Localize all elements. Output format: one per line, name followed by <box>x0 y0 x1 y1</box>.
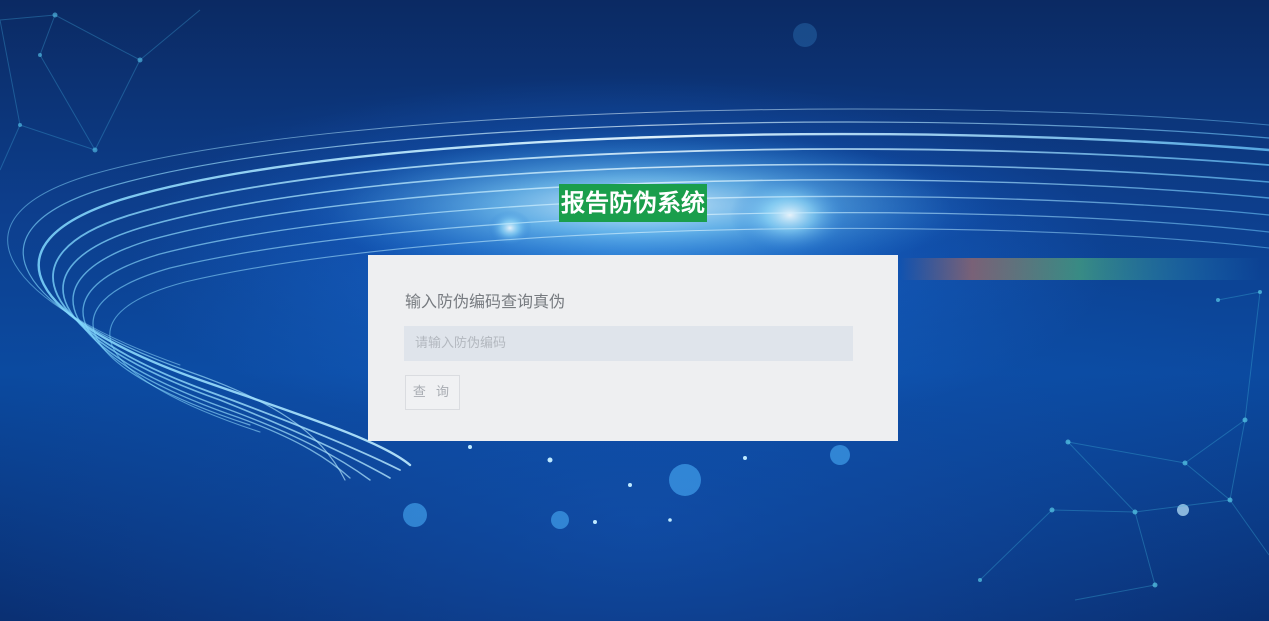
query-panel: 输入防伪编码查询真伪 查 询 <box>368 255 898 441</box>
title-wrap: 报告防伪系统 <box>0 184 1269 222</box>
page-background: 报告防伪系统 输入防伪编码查询真伪 查 询 <box>0 0 1269 621</box>
panel-heading: 输入防伪编码查询真伪 <box>405 292 566 311</box>
query-button[interactable]: 查 询 <box>405 375 460 410</box>
anti-counterfeit-code-input[interactable] <box>404 326 853 361</box>
page-title: 报告防伪系统 <box>559 184 707 222</box>
